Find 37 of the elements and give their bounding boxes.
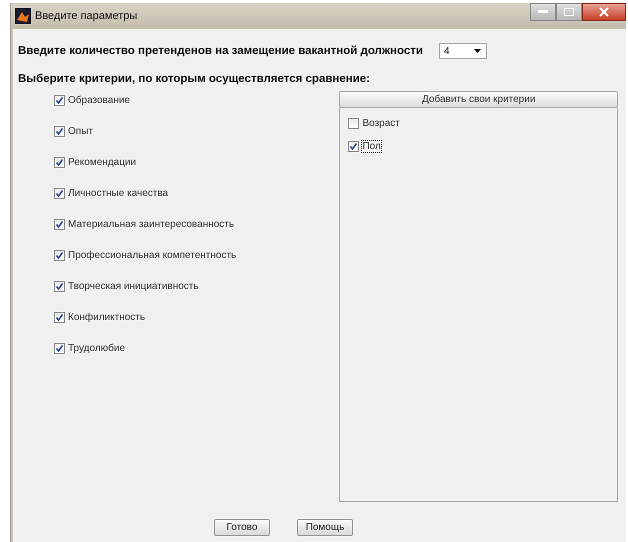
add-criteria-button[interactable]: Добавить свои критерии <box>339 91 618 108</box>
count-dropdown[interactable]: 4 <box>438 43 487 59</box>
checkbox[interactable] <box>54 280 65 292</box>
checkbox[interactable] <box>54 188 65 198</box>
minimize-button[interactable] <box>530 3 556 21</box>
close-button[interactable] <box>582 3 626 21</box>
checkbox[interactable] <box>54 126 65 136</box>
checkbox[interactable] <box>54 250 65 260</box>
checkbox-label: Личностные качества <box>68 188 168 198</box>
maximize-icon <box>564 8 574 16</box>
minimize-icon <box>538 10 548 14</box>
window-title: Введите параметры <box>35 10 138 22</box>
checkbox-label: Творческая инициативность <box>68 280 199 292</box>
checkbox[interactable] <box>54 218 65 230</box>
checkbox[interactable] <box>348 140 360 152</box>
checkbox[interactable] <box>54 342 65 354</box>
checkbox-label: Материальная заинтересованность <box>68 218 234 230</box>
checkbox-label: Профессиональная компетентность <box>68 250 236 260</box>
caret-icon <box>474 49 481 53</box>
checkbox-label: Опыт <box>68 126 93 136</box>
checkbox-label: Пол <box>362 140 381 152</box>
close-icon <box>599 7 609 17</box>
app-icon <box>15 8 31 24</box>
checkbox-label: Возраст <box>362 118 400 128</box>
maximize-button[interactable] <box>556 3 582 21</box>
checkbox-label: Образование <box>68 94 130 106</box>
checkbox[interactable] <box>348 118 360 128</box>
checkbox[interactable] <box>54 94 65 106</box>
checkbox-label: Рекомендации <box>68 156 136 168</box>
dialog-button[interactable]: Помощь <box>297 519 353 536</box>
dialog-button[interactable]: Готово <box>214 519 270 536</box>
checkbox[interactable] <box>54 156 65 168</box>
checkbox-label: Трудолюбие <box>68 342 126 354</box>
checkbox[interactable] <box>54 312 65 322</box>
count-label: Введите количество претенденов на замещение вакантной должности <box>18 45 423 57</box>
checkbox-label: Конфиликтность <box>68 312 146 322</box>
criteria-label: Выберите критерии, по которым осуществляется сравнение: <box>18 73 372 85</box>
